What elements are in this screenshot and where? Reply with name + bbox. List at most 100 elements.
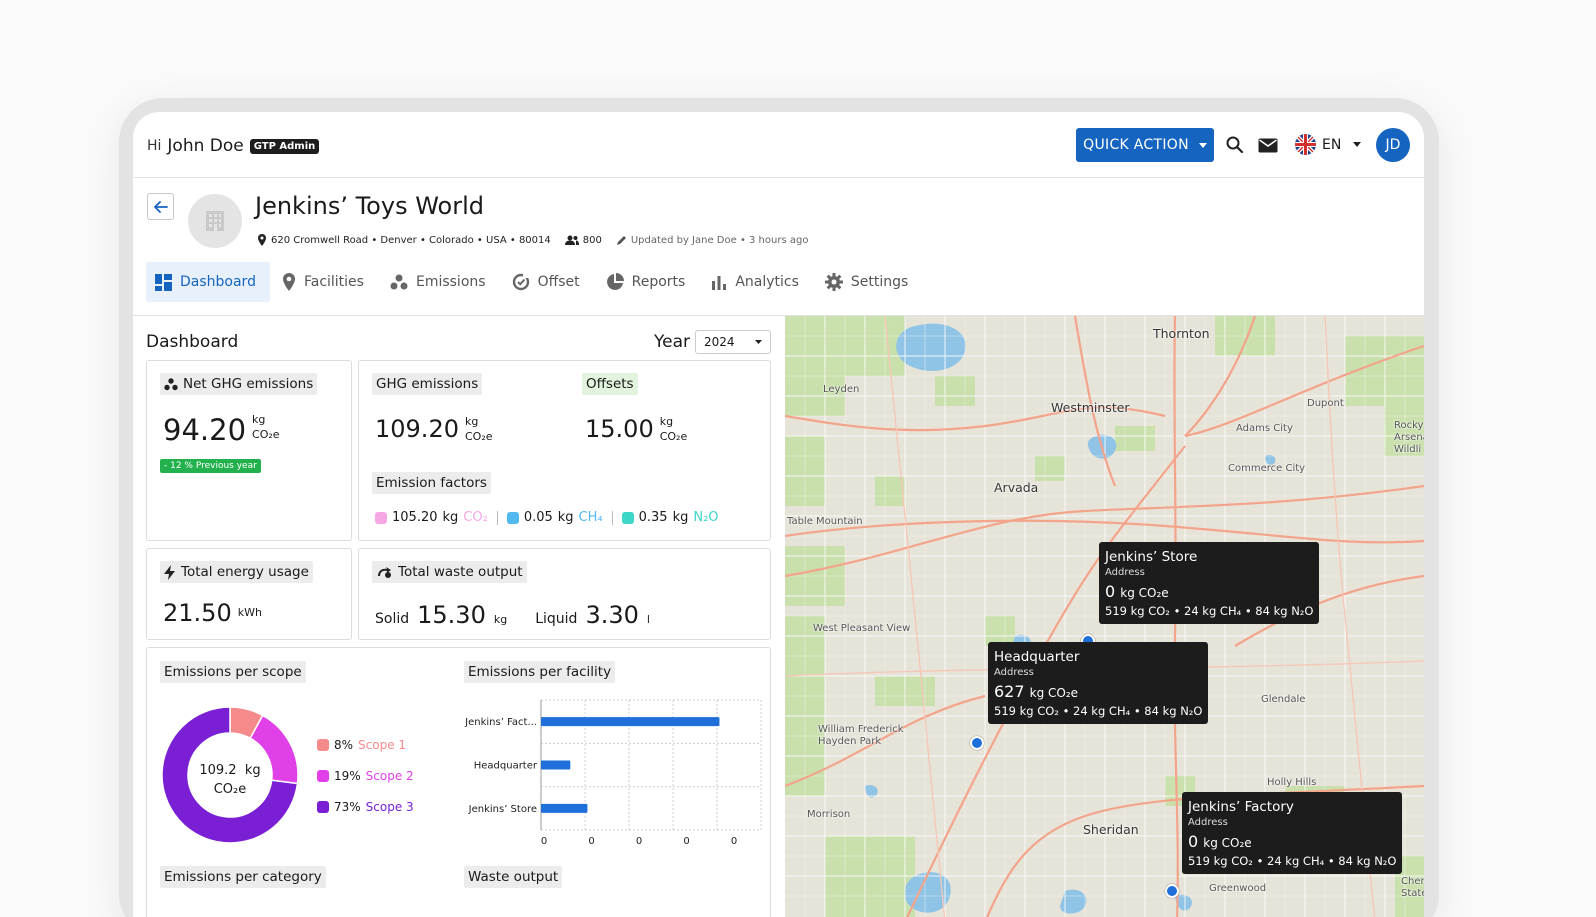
facility-address: Address (1105, 567, 1145, 578)
facility-tooltip[interactable]: Jenkins’ Factory Address 0 kg CO₂e 519 kg C… (1182, 792, 1403, 874)
language-label: EN (1322, 136, 1342, 153)
n2o-gas-label: N₂O (693, 510, 719, 525)
user-avatar[interactable]: JD (1376, 128, 1410, 162)
x-tick-label: 0 (731, 836, 737, 847)
solid-unit: kg (493, 613, 508, 626)
waste-label-text: Total waste output (398, 564, 523, 580)
gear-icon (824, 273, 843, 291)
updated-info: Updated by Jane Doe • 3 hours ago (630, 234, 809, 246)
ch4-factor-value: 0.05 (523, 510, 553, 525)
molecule-icon (390, 274, 408, 290)
tab-facilities[interactable]: Facilities (273, 262, 378, 302)
map-place-label: Sheridan (1083, 822, 1139, 837)
location-pin-icon (258, 234, 266, 246)
dashboard-title: Dashboard (146, 332, 239, 352)
x-tick-label: 0 (588, 836, 594, 847)
waste-output-title: Waste output (464, 866, 563, 888)
map-place-label: Leyden (823, 384, 860, 395)
uk-flag-icon (1295, 134, 1316, 155)
tab-reports[interactable]: Reports (597, 262, 700, 302)
legend-label: Scope 2 (365, 769, 414, 783)
net-ghg-card: Net GHG emissions 94.20 kg CO₂e - 12 % Pr… (146, 360, 352, 541)
waste-card: Total waste output Solid 15.30 kg Liquid… (358, 548, 771, 640)
top-bar: Hi John Doe GTP Admin QUICK ACTION EN JD (133, 112, 1424, 178)
quick-action-button[interactable]: QUICK ACTION (1076, 128, 1214, 162)
organization-name: Jenkins’ Toys World (255, 192, 484, 220)
facility-name: Headquarter (994, 649, 1080, 665)
facility-tooltip[interactable]: Jenkins’ Store Address 0 kg CO₂e 519 kg CO₂… (1099, 542, 1320, 624)
separator (611, 510, 613, 525)
legend-swatch (317, 770, 329, 782)
net-ghg-delta-badge: - 12 % Previous year (160, 459, 261, 473)
pie-icon (606, 273, 624, 290)
legend-item-scope-3[interactable]: 73% Scope 3 (317, 800, 414, 814)
offsets-unit: kg CO₂e (660, 414, 688, 444)
tab-label: Facilities (303, 274, 364, 290)
emissions-per-facility-title: Emissions per facility (464, 661, 616, 683)
facility-bar[interactable] (541, 803, 588, 813)
ch4-factor-unit: kg (557, 510, 574, 525)
device-frame: Hi John Doe GTP Admin QUICK ACTION EN JD (119, 98, 1439, 917)
facilities-map[interactable]: Thornton Westminster Arvada Adams City Comme… (785, 316, 1424, 917)
tab-label: Emissions (415, 274, 486, 290)
legend-item-scope-2[interactable]: 19% Scope 2 (317, 769, 414, 783)
map-place-label: Greenwood (1209, 883, 1267, 894)
map-place-label: Dupont (1307, 398, 1344, 409)
search-icon[interactable] (1224, 134, 1246, 156)
facility-emission-value: 0 kg CO₂e (1188, 832, 1396, 851)
net-ghg-label: Net GHG emissions (160, 373, 318, 395)
net-ghg-unit: kg CO₂e (252, 412, 280, 442)
donut-center-value: 109.2 (199, 763, 237, 778)
legend-swatch (317, 739, 329, 751)
back-button[interactable] (147, 193, 174, 220)
tab-settings[interactable]: Settings (816, 262, 922, 302)
language-selector[interactable]: EN (1295, 134, 1362, 155)
organization-logo (188, 194, 242, 248)
energy-label-text: Total energy usage (181, 564, 309, 580)
map-pin[interactable] (970, 736, 984, 750)
map-place-label: Cherry State (1401, 876, 1424, 899)
facility-breakdown: 519 kg CO₂ • 24 kg CH₄ • 84 kg N₂O (1188, 854, 1397, 868)
map-place-label: Arvada (994, 480, 1039, 495)
donut-center-unit2: CO₂e (213, 782, 247, 797)
unit-co2e: CO₂e (464, 430, 493, 443)
lightning-icon (164, 564, 175, 580)
organization-address: 620 Cromwell Road • Denver • Colorado • … (271, 234, 551, 246)
charts-card: Emissions per scope Emissions per facili… (146, 647, 771, 917)
ghg-unit: kg CO₂e (465, 414, 493, 444)
facility-bar[interactable] (541, 760, 571, 770)
greeting-text: Hi (147, 138, 162, 154)
map-pin[interactable] (1165, 884, 1179, 898)
tab-label: Reports (631, 274, 686, 290)
energy-unit: kWh (237, 606, 262, 619)
tab-emissions[interactable]: Emissions (381, 262, 500, 302)
solid-value: 15.30 (417, 601, 486, 629)
waste-label: Total waste output (372, 561, 527, 583)
mail-icon[interactable] (1257, 134, 1279, 156)
people-icon (564, 235, 579, 245)
facility-unit: kg CO₂e (1029, 686, 1079, 700)
n2o-factor-unit: kg (672, 510, 689, 525)
x-tick-label: 0 (636, 836, 642, 847)
solid-label: Solid (375, 611, 410, 627)
legend-item-scope-1[interactable]: 8% Scope 1 (317, 738, 406, 752)
year-select[interactable]: 2024 (695, 330, 771, 354)
facility-bar-chart: Jenkins’ Fact... Headquarter Jenkins’ Stor… (464, 699, 762, 847)
facility-value: 0 (1188, 832, 1204, 851)
tab-offset[interactable]: Offset (503, 262, 594, 302)
tab-analytics[interactable]: Analytics (702, 262, 813, 302)
facility-name: Jenkins’ Store (1105, 549, 1198, 565)
map-place-label: Adams City (1236, 423, 1293, 434)
n2o-swatch (621, 511, 634, 524)
facility-bar[interactable] (541, 717, 720, 727)
co2-factor-value: 105.20 (392, 510, 438, 525)
map-place-label: Rocky Arsena Wildli (1394, 420, 1424, 455)
facility-tooltip[interactable]: Headquarter Address 627 kg CO₂e 519 kg CO₂ … (988, 642, 1209, 724)
map-place-label: Morrison (807, 809, 851, 820)
facility-emission-value: 0 kg CO₂e (1105, 582, 1313, 601)
tab-label: Offset (537, 274, 580, 290)
ghg-value-block: 109.20 kg CO₂e (375, 415, 493, 444)
bar-chart-icon (712, 276, 727, 290)
tab-dashboard[interactable]: Dashboard (146, 262, 270, 302)
map-place-label: Thornton (1153, 326, 1210, 341)
